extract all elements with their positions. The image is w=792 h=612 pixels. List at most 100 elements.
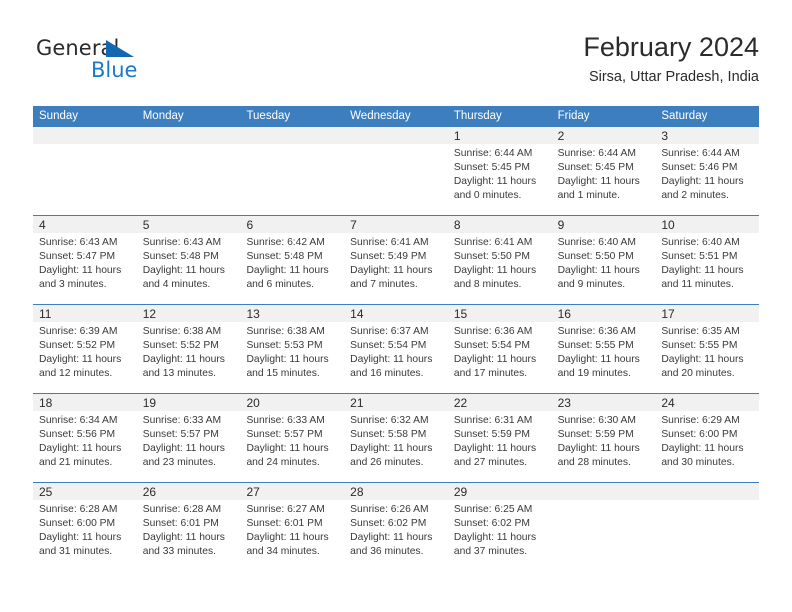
- sunrise-text: Sunrise: 6:28 AM: [142, 504, 222, 515]
- sunrise-text: Sunrise: 6:36 AM: [453, 326, 533, 337]
- day-sun-info: Sunrise: 6:43 AM Sunset: 5:47 PM Daylight:…: [33, 233, 137, 292]
- calendar-day-cell[interactable]: 18 Sunrise: 6:34 AM Sunset: 5:56 PM Dayligh…: [33, 394, 137, 482]
- calendar-day-cell[interactable]: 6 Sunrise: 6:42 AM Sunset: 5:48 PM Daylight…: [240, 216, 345, 304]
- daylight-text-line2: and 6 minutes.: [246, 279, 314, 291]
- calendar-day-cell[interactable]: 14 Sunrise: 6:37 AM Sunset: 5:54 PM Dayligh…: [344, 305, 448, 393]
- calendar-day-cell[interactable]: 22 Sunrise: 6:31 AM Sunset: 5:59 PM Dayligh…: [447, 394, 552, 482]
- calendar-day-cell[interactable]: 17 Sunrise: 6:35 AM Sunset: 5:55 PM Dayligh…: [655, 305, 760, 393]
- calendar-day-cell[interactable]: 21 Sunrise: 6:32 AM Sunset: 5:58 PM Dayligh…: [344, 394, 448, 482]
- day-number-band: 4: [33, 216, 137, 233]
- daylight-text-line1: Daylight: 11 hours: [453, 265, 537, 277]
- day-sun-info: Sunrise: 6:42 AM Sunset: 5:48 PM Daylight:…: [240, 233, 344, 292]
- calendar-day-cell[interactable]: 27 Sunrise: 6:27 AM Sunset: 6:01 PM Dayligh…: [240, 483, 345, 572]
- daylight-text-line1: Daylight: 11 hours: [453, 354, 537, 366]
- sunset-text: Sunset: 5:47 PM: [39, 251, 116, 263]
- calendar-day-cell[interactable]: 13 Sunrise: 6:38 AM Sunset: 5:53 PM Dayligh…: [240, 305, 345, 393]
- calendar-day-cell[interactable]: 4 Sunrise: 6:43 AM Sunset: 5:47 PM Daylight…: [33, 216, 137, 304]
- day-sun-info: Sunrise: 6:33 AM Sunset: 5:57 PM Daylight:…: [137, 411, 241, 470]
- calendar-week-row: 11 Sunrise: 6:39 AM Sunset: 5:52 PM Dayligh…: [33, 305, 760, 394]
- calendar-day-cell[interactable]: 20 Sunrise: 6:33 AM Sunset: 5:57 PM Dayligh…: [240, 394, 345, 482]
- calendar-day-cell[interactable]: 9 Sunrise: 6:40 AM Sunset: 5:50 PM Daylight…: [551, 216, 656, 304]
- day-sun-info: Sunrise: 6:28 AM Sunset: 6:00 PM Daylight:…: [33, 500, 137, 559]
- daylight-text-line1: Daylight: 11 hours: [142, 265, 225, 277]
- calendar-day-cell[interactable]: 28 Sunrise: 6:26 AM Sunset: 6:02 PM Dayligh…: [344, 483, 448, 572]
- calendar-day-cell[interactable]: 15 Sunrise: 6:36 AM Sunset: 5:54 PM Dayligh…: [447, 305, 552, 393]
- day-number-band: [551, 483, 656, 500]
- sunrise-text: Sunrise: 6:36 AM: [557, 326, 637, 337]
- day-sun-info: Sunrise: 6:33 AM Sunset: 5:57 PM Daylight:…: [240, 411, 344, 470]
- logo-triangle-icon: [106, 40, 134, 57]
- calendar-day-cell-empty: [551, 483, 656, 572]
- sunrise-text: Sunrise: 6:28 AM: [39, 504, 118, 515]
- day-number-band: 27: [240, 483, 345, 500]
- day-sun-info: Sunrise: 6:25 AM Sunset: 6:02 PM Daylight:…: [448, 500, 552, 559]
- daylight-text-line2: and 9 minutes.: [557, 279, 626, 291]
- day-number: 26: [142, 485, 157, 499]
- calendar-day-cell[interactable]: 16 Sunrise: 6:36 AM Sunset: 5:55 PM Dayligh…: [551, 305, 656, 393]
- sunrise-text: Sunrise: 6:44 AM: [453, 148, 533, 159]
- daylight-text-line1: Daylight: 11 hours: [142, 532, 225, 544]
- calendar-day-cell[interactable]: 24 Sunrise: 6:29 AM Sunset: 6:00 PM Dayligh…: [655, 394, 760, 482]
- day-sun-info: Sunrise: 6:43 AM Sunset: 5:48 PM Daylight:…: [137, 233, 241, 292]
- day-number-band: 29: [447, 483, 552, 500]
- calendar-day-cell[interactable]: 19 Sunrise: 6:33 AM Sunset: 5:57 PM Dayligh…: [136, 394, 241, 482]
- daylight-text-line1: Daylight: 11 hours: [39, 354, 122, 366]
- day-number-band: 21: [344, 394, 448, 411]
- day-sun-info: Sunrise: 6:40 AM Sunset: 5:50 PM Daylight:…: [552, 233, 656, 292]
- day-number-band: 20: [240, 394, 345, 411]
- calendar-day-cell[interactable]: 25 Sunrise: 6:28 AM Sunset: 6:00 PM Dayligh…: [33, 483, 137, 572]
- day-number-band: 6: [240, 216, 345, 233]
- day-sun-info: Sunrise: 6:38 AM Sunset: 5:52 PM Daylight:…: [137, 322, 241, 381]
- sunset-text: Sunset: 5:55 PM: [557, 340, 634, 352]
- day-number-band: 22: [447, 394, 552, 411]
- weekday-header-sunday: Sunday: [39, 110, 79, 122]
- daylight-text-line1: Daylight: 11 hours: [661, 443, 744, 455]
- sunrise-text: Sunrise: 6:30 AM: [557, 415, 637, 426]
- sunset-text: Sunset: 5:54 PM: [453, 340, 531, 352]
- calendar-day-cell[interactable]: 1 Sunrise: 6:44 AM Sunset: 5:45 PM Daylight…: [447, 127, 552, 215]
- sunrise-text: Sunrise: 6:31 AM: [453, 415, 533, 426]
- day-number: 23: [557, 396, 571, 410]
- calendar-day-cell[interactable]: 26 Sunrise: 6:28 AM Sunset: 6:01 PM Dayligh…: [136, 483, 241, 572]
- sunset-text: Sunset: 5:56 PM: [39, 429, 116, 441]
- sunset-text: Sunset: 5:50 PM: [453, 251, 531, 263]
- calendar-day-cell[interactable]: 8 Sunrise: 6:41 AM Sunset: 5:50 PM Daylight…: [447, 216, 552, 304]
- calendar-day-cell[interactable]: 11 Sunrise: 6:39 AM Sunset: 5:52 PM Dayligh…: [33, 305, 137, 393]
- daylight-text-line2: and 4 minutes.: [142, 279, 211, 291]
- day-number: 12: [142, 307, 157, 321]
- calendar-day-cell[interactable]: 3 Sunrise: 6:44 AM Sunset: 5:46 PM Daylight…: [655, 127, 760, 215]
- calendar-day-cell[interactable]: 12 Sunrise: 6:38 AM Sunset: 5:52 PM Dayligh…: [136, 305, 241, 393]
- daylight-text-line2: and 12 minutes.: [39, 368, 113, 380]
- day-number: 24: [661, 396, 675, 410]
- calendar-day-cell[interactable]: 23 Sunrise: 6:30 AM Sunset: 5:59 PM Dayligh…: [551, 394, 656, 482]
- calendar-day-cell[interactable]: 2 Sunrise: 6:44 AM Sunset: 5:45 PM Daylight…: [551, 127, 656, 215]
- day-number-band: 13: [240, 305, 345, 322]
- sunset-text: Sunset: 5:59 PM: [557, 429, 634, 441]
- title-block: February 2024 Sirsa, Uttar Pradesh, Indi…: [583, 30, 759, 88]
- calendar-day-cell[interactable]: 5 Sunrise: 6:43 AM Sunset: 5:48 PM Daylight…: [136, 216, 241, 304]
- daylight-text-line1: Daylight: 11 hours: [453, 532, 537, 544]
- daylight-text-line1: Daylight: 11 hours: [39, 443, 122, 455]
- calendar-day-cell[interactable]: 7 Sunrise: 6:41 AM Sunset: 5:49 PM Daylight…: [344, 216, 448, 304]
- daylight-text-line1: Daylight: 11 hours: [350, 443, 433, 455]
- sunset-text: Sunset: 5:48 PM: [246, 251, 323, 263]
- calendar-week-row: 4 Sunrise: 6:43 AM Sunset: 5:47 PM Daylight…: [33, 216, 760, 305]
- day-sun-info: Sunrise: 6:36 AM Sunset: 5:54 PM Daylight:…: [448, 322, 552, 381]
- day-number-band: 10: [655, 216, 760, 233]
- calendar-day-cell[interactable]: 29 Sunrise: 6:25 AM Sunset: 6:02 PM Dayligh…: [447, 483, 552, 572]
- day-sun-info: Sunrise: 6:34 AM Sunset: 5:56 PM Daylight:…: [33, 411, 137, 470]
- sunset-text: Sunset: 6:02 PM: [350, 518, 427, 530]
- weekday-header-saturday: Saturday: [661, 110, 708, 122]
- sunset-text: Sunset: 5:48 PM: [142, 251, 219, 263]
- day-number-band: 3: [655, 127, 760, 144]
- day-number: 29: [453, 485, 468, 499]
- day-number: 2: [557, 129, 565, 143]
- general-blue-logo[interactable]: General Blue: [36, 36, 256, 92]
- daylight-text-line1: Daylight: 11 hours: [246, 354, 329, 366]
- calendar-day-cell[interactable]: 10 Sunrise: 6:40 AM Sunset: 5:51 PM Dayligh…: [655, 216, 760, 304]
- sunrise-text: Sunrise: 6:43 AM: [39, 237, 118, 248]
- day-number-band: 19: [136, 394, 241, 411]
- daylight-text-line2: and 1 minute.: [557, 190, 620, 202]
- daylight-text-line1: Daylight: 11 hours: [246, 443, 329, 455]
- sunrise-text: Sunrise: 6:33 AM: [142, 415, 222, 426]
